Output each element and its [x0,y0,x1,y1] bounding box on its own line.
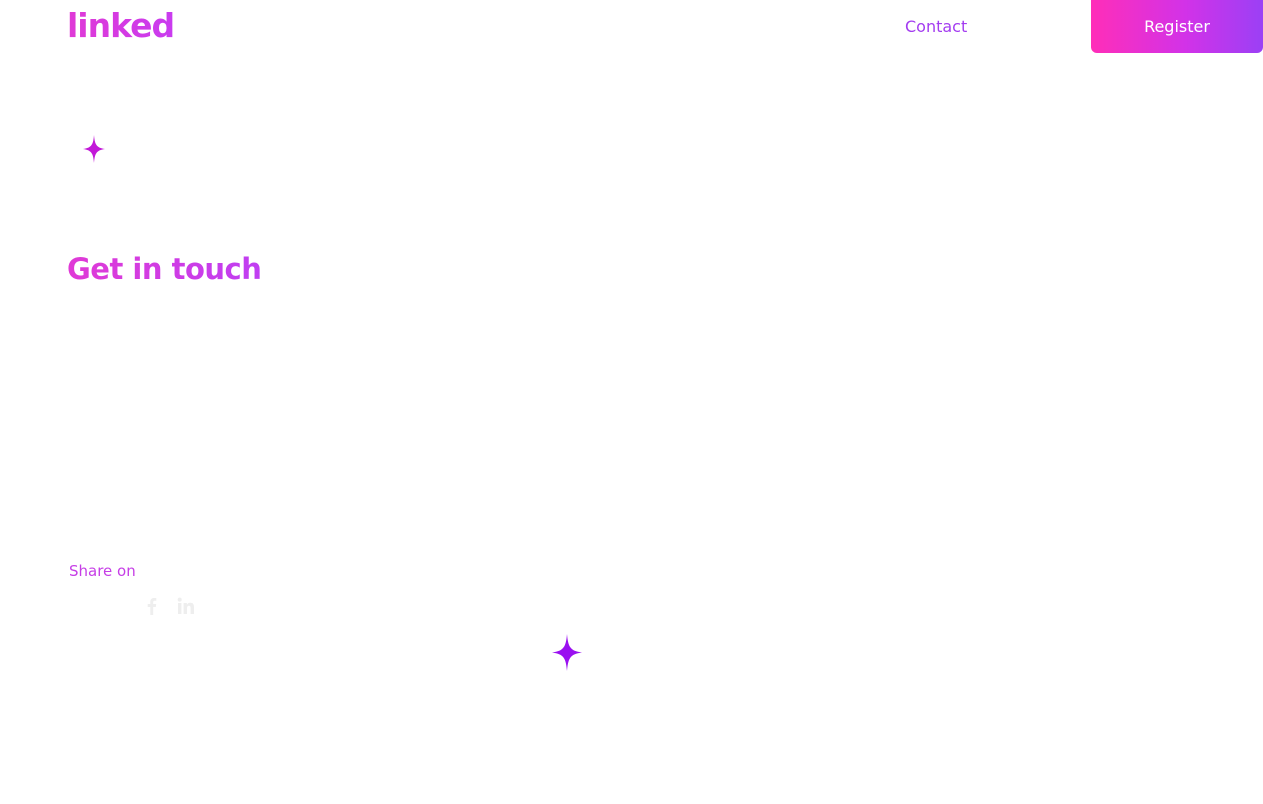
facebook-icon[interactable] [142,596,162,616]
register-button[interactable]: Register [1091,0,1263,53]
linkedin-icon[interactable] [176,596,196,616]
sparkle-icon [552,634,582,671]
sparkle-icon [83,135,105,163]
site-logo[interactable]: linked [67,6,175,46]
share-label: Share on [69,562,136,580]
nav-link-contact[interactable]: Contact [905,16,967,38]
page-title: Get in touch [67,252,262,286]
contact-page: linked Contact Register Get in touch Sha… [0,0,1263,804]
